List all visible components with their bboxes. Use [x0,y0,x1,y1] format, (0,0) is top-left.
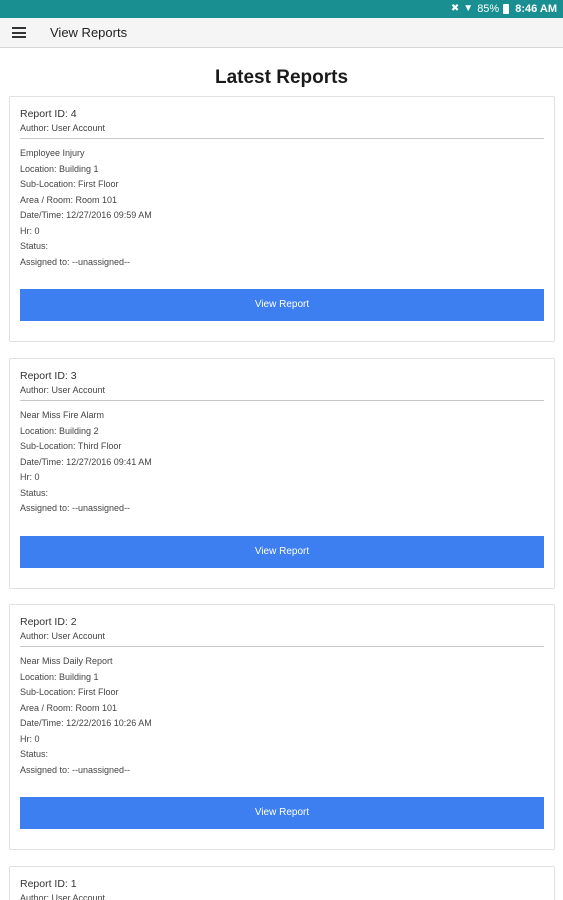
status-bar: ✖ ▼ 85% 8:46 AM [0,0,563,18]
app-bar-title: View Reports [50,25,128,40]
report-status: Status: [20,487,49,498]
report-area-room: Area / Room: Room 101 [20,702,118,713]
report-card: Report ID: 1 Author: User Account [9,866,555,900]
report-assigned: Assigned to: --unassigned-- [20,256,131,267]
report-id: Report ID: 1 [20,878,77,890]
report-author: Author: User Account [20,385,106,395]
report-author: Author: User Account [20,123,106,133]
page-title: Latest Reports [214,67,349,88]
divider [20,138,544,139]
divider [20,400,544,401]
view-report-button[interactable]: View Report [20,289,544,321]
report-card: Report ID: 2 Author: User Account Near M… [9,604,555,850]
report-type: Employee Injury [20,148,85,158]
app-bar: View Reports [0,18,563,48]
report-location: Location: Building 2 [20,425,99,436]
report-id: Report ID: 2 [20,616,77,628]
report-author: Author: User Account [20,631,106,641]
wifi-icon: ▼ [463,3,474,14]
report-datetime: Date/Time: 12/22/2016 10:26 AM [20,718,152,728]
clock: 8:46 AM [515,3,557,15]
report-hr: Hr: 0 [20,472,40,482]
battery-icon [503,4,510,14]
report-type: Near Miss Daily Report [20,656,113,666]
report-id: Report ID: 3 [20,370,77,382]
mute-icon: ✖ [450,3,460,14]
divider [20,646,544,647]
report-status: Status: [20,241,49,251]
report-card: Report ID: 3 Author: User Account Near M… [9,358,555,589]
view-report-button[interactable]: View Report [20,797,544,829]
view-report-button[interactable]: View Report [20,535,544,568]
report-location: Location: Building 1 [20,163,99,174]
main-content: Latest Reports [0,49,563,91]
report-sub-location: Sub-Location: First Floor [20,687,119,697]
report-assigned: Assigned to: --unassigned-- [20,764,131,775]
report-status: Status: [20,749,49,759]
report-type: Near Miss Fire Alarm [20,410,105,420]
report-hr: Hr: 0 [20,225,40,236]
report-datetime: Date/Time: 12/27/2016 09:59 AM [20,210,152,220]
report-assigned: Assigned to: --unassigned-- [20,503,131,513]
report-sub-location: Sub-Location: First Floor [20,179,119,189]
report-hr: Hr: 0 [20,733,40,744]
report-datetime: Date/Time: 12/27/2016 09:41 AM [20,456,152,467]
report-id: Report ID: 4 [20,108,77,120]
report-card: Report ID: 4 Author: User Account Employ… [9,96,555,342]
menu-icon[interactable] [12,27,26,38]
report-author: Author: User Account [20,893,106,900]
report-sub-location: Sub-Location: Third Floor [20,441,122,451]
battery-percent: 85% [477,3,500,15]
report-area-room: Area / Room: Room 101 [20,194,118,205]
report-location: Location: Building 1 [20,671,99,682]
